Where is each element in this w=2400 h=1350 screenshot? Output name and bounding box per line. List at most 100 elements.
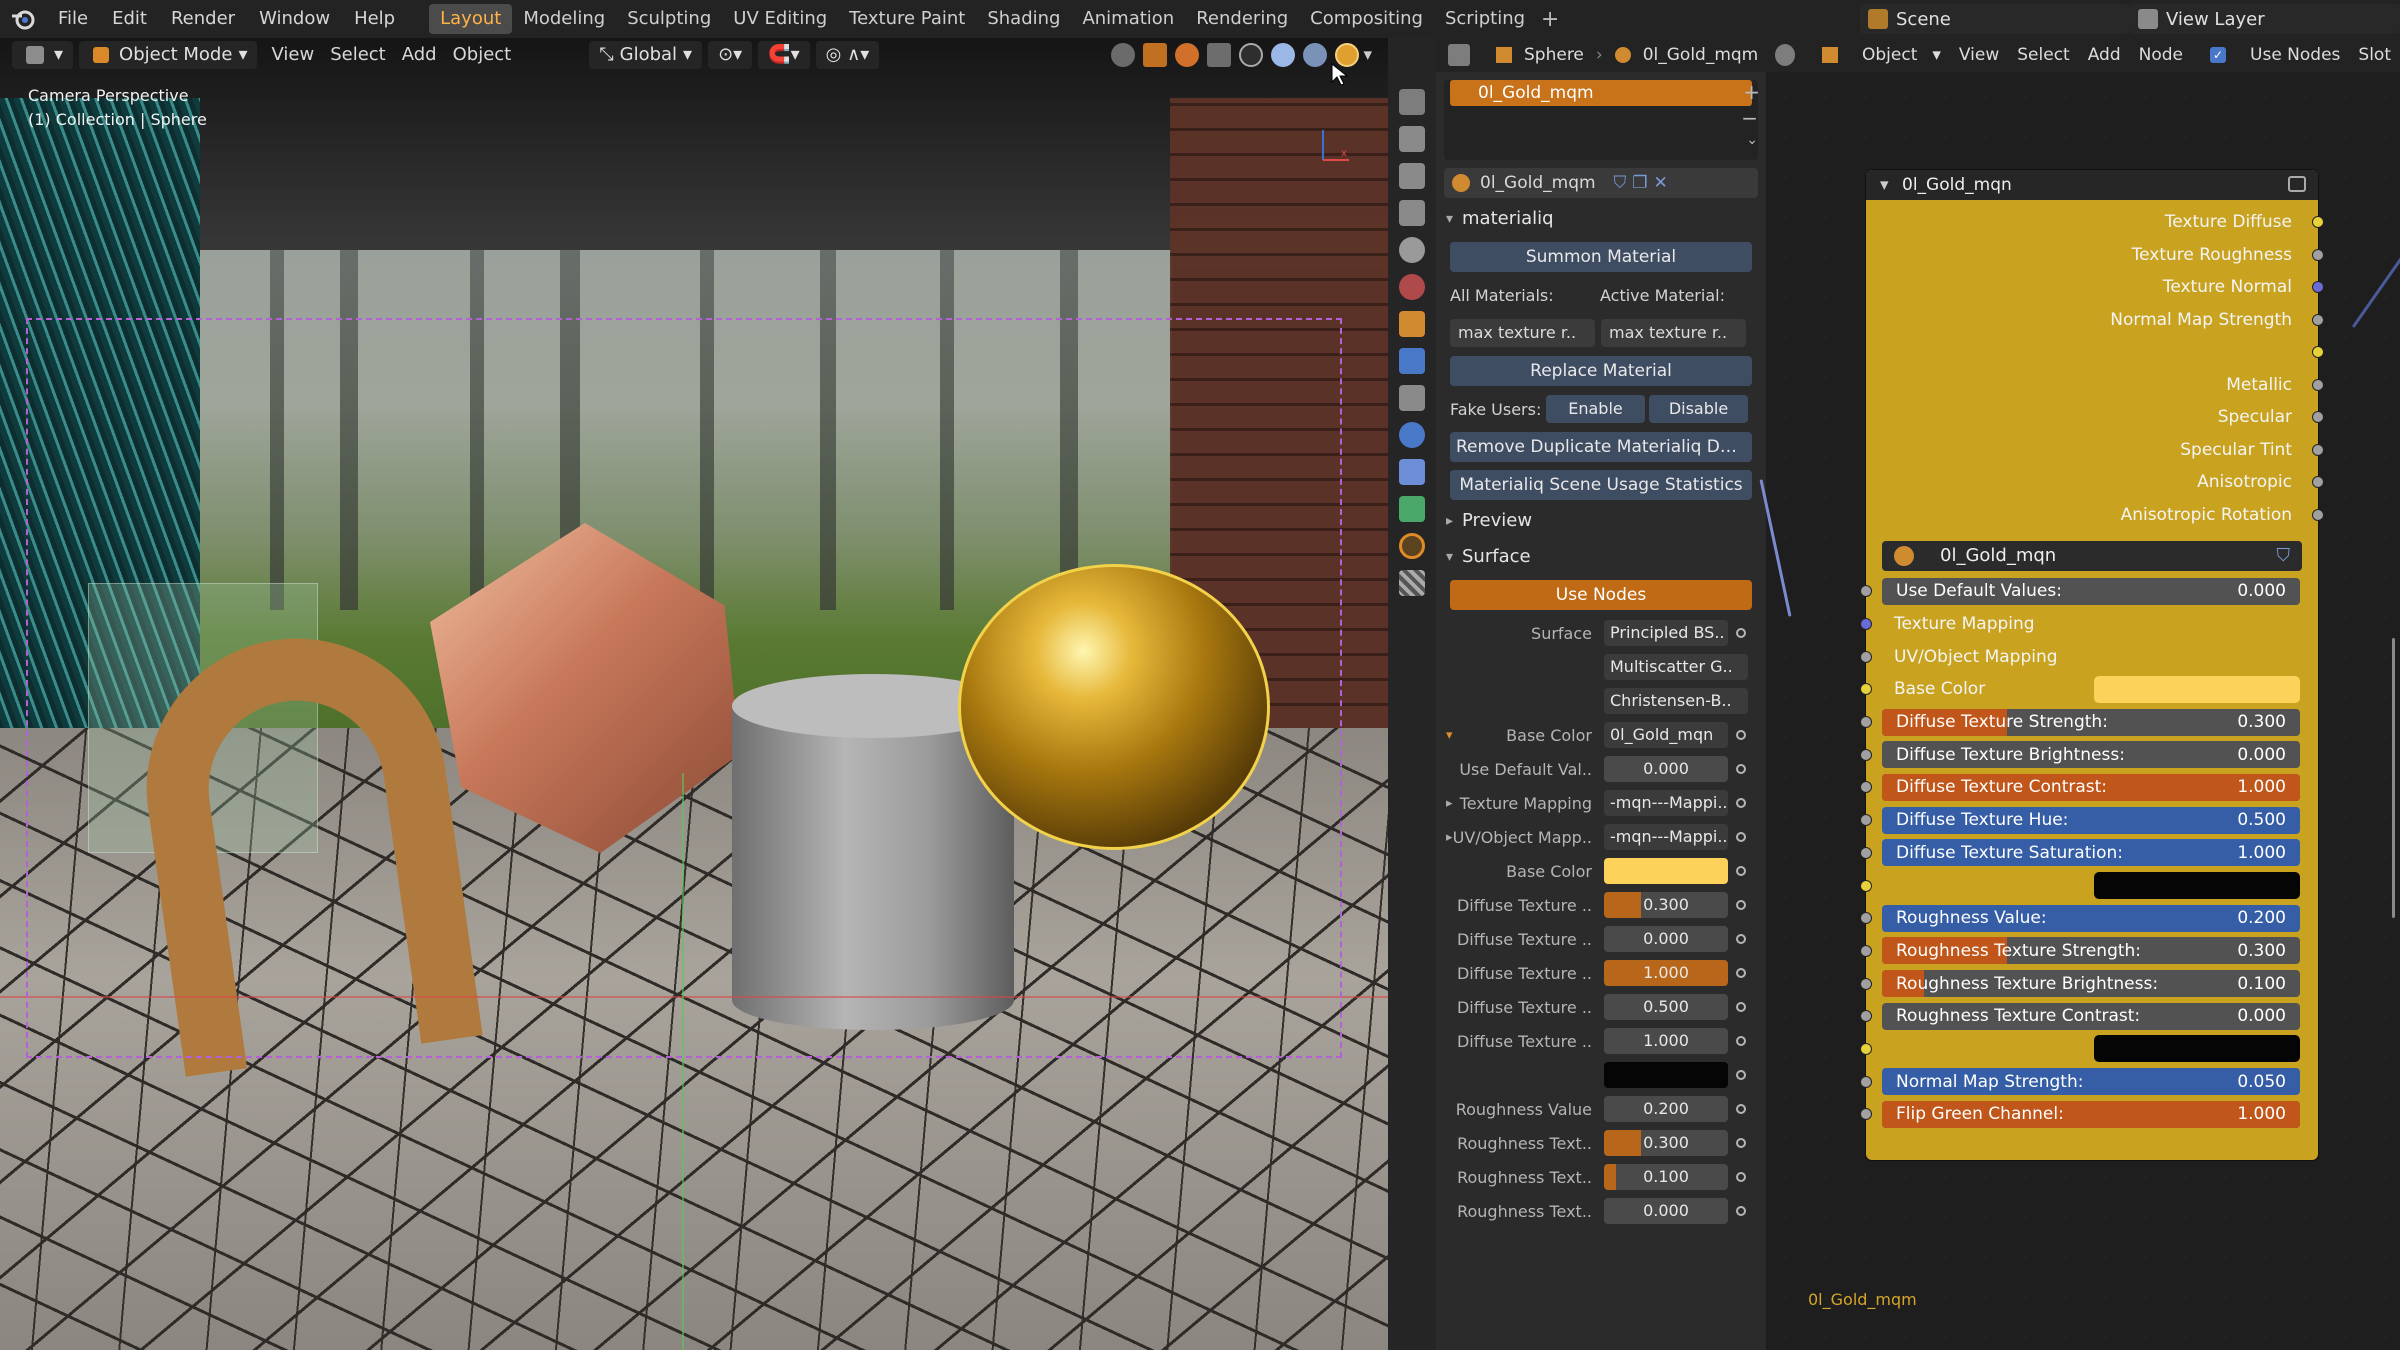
- overlay-toggle-icon[interactable]: [1175, 43, 1200, 67]
- axis-gizmo-icon[interactable]: x: [1315, 108, 1355, 168]
- surface-field-value[interactable]: [1604, 858, 1728, 884]
- socket-link-icon[interactable]: [1736, 798, 1746, 808]
- object-tab-icon[interactable]: [1399, 311, 1425, 337]
- tab-rendering[interactable]: Rendering: [1185, 4, 1299, 34]
- texture-tab-icon[interactable]: [1399, 570, 1425, 596]
- surface-field-value[interactable]: 0.000: [1604, 756, 1728, 782]
- object-breadcrumb[interactable]: Sphere: [1524, 45, 1584, 65]
- unlink-material-icon[interactable]: ✕: [1654, 173, 1668, 193]
- node-value-field[interactable]: Flip Green Channel: 1.000: [1882, 1100, 2300, 1128]
- socket-dot-icon[interactable]: [1860, 1042, 1872, 1055]
- socket-dot-icon[interactable]: [1860, 683, 1872, 696]
- socket-dot-icon[interactable]: [1860, 748, 1872, 761]
- add-workspace-button[interactable]: +: [1536, 7, 1564, 32]
- node-value-field[interactable]: Roughness Value: 0.200: [1882, 904, 2300, 932]
- fake-user-icon[interactable]: ⛉: [2277, 541, 2291, 571]
- menu-file[interactable]: File: [46, 0, 100, 38]
- socket-dot-icon[interactable]: [2312, 508, 2324, 521]
- menu-render[interactable]: Render: [159, 0, 247, 38]
- node-value-field[interactable]: Roughness Texture Brightness: 0.100: [1882, 970, 2300, 998]
- socket-dot-icon[interactable]: [2312, 443, 2324, 456]
- socket-dot-icon[interactable]: [2312, 411, 2324, 424]
- socket-dot-icon[interactable]: [2312, 313, 2324, 326]
- disable-fake-users-button[interactable]: Disable: [1649, 395, 1748, 423]
- fake-user-icon[interactable]: ⛉: [1614, 173, 1627, 193]
- socket-dot-icon[interactable]: [1860, 846, 1872, 859]
- wireframe-shading-icon[interactable]: [1239, 43, 1264, 67]
- node-output-socket[interactable]: Normal Map Strength: [1866, 304, 2324, 337]
- tab-animation[interactable]: Animation: [1071, 4, 1185, 34]
- socket-dot-icon[interactable]: [2312, 476, 2324, 489]
- data-tab-icon[interactable]: [1399, 496, 1425, 522]
- modifier-tab-icon[interactable]: [1399, 348, 1425, 374]
- tab-shading[interactable]: Shading: [976, 4, 1071, 34]
- surface-shader-selector[interactable]: Principled BS..: [1604, 620, 1728, 646]
- tab-scripting[interactable]: Scripting: [1434, 4, 1536, 34]
- surface-field-value[interactable]: 0.000: [1604, 926, 1728, 952]
- surface-field-value[interactable]: 0.300: [1604, 892, 1728, 918]
- surface-field-value[interactable]: -mqn---Mappi..: [1604, 824, 1728, 850]
- xray-toggle-icon[interactable]: [1207, 43, 1232, 67]
- expand-closed-icon[interactable]: ▸: [1446, 830, 1453, 845]
- node-menu-node[interactable]: Node: [2139, 45, 2183, 65]
- material-shading-icon[interactable]: [1303, 43, 1328, 67]
- surface-section-header[interactable]: Surface: [1436, 542, 1766, 572]
- surface-field-value[interactable]: 0.500: [1604, 994, 1728, 1020]
- socket-dot-icon[interactable]: [1860, 944, 1872, 957]
- shading-options-chevron-icon[interactable]: ▾: [1363, 45, 1372, 65]
- scene-tab-icon[interactable]: [1399, 237, 1425, 263]
- materialiq-section-header[interactable]: materialiq: [1436, 204, 1766, 234]
- node-value-field[interactable]: Diffuse Texture Brightness: 0.000: [1882, 741, 2300, 769]
- material-breadcrumb[interactable]: 0l_Gold_mqm: [1643, 45, 1759, 65]
- socket-link-icon[interactable]: [1736, 1172, 1746, 1182]
- menu-help[interactable]: Help: [342, 0, 407, 38]
- socket-dot-icon[interactable]: [1860, 879, 1872, 892]
- viewport-menu-object[interactable]: Object: [445, 41, 520, 69]
- socket-dot-icon[interactable]: [1860, 781, 1872, 794]
- node-value-field[interactable]: Roughness Texture Strength: 0.300: [1882, 937, 2300, 965]
- node-value-field[interactable]: Use Default Values: 0.000: [1882, 577, 2300, 605]
- socket-link-icon[interactable]: [1736, 628, 1746, 638]
- socket-dot-icon[interactable]: [1860, 618, 1872, 631]
- socket-dot-icon[interactable]: [1860, 650, 1872, 663]
- node-value-field[interactable]: Roughness Texture Contrast: 0.000: [1882, 1002, 2300, 1030]
- material-browse-icon[interactable]: [1452, 174, 1470, 192]
- blender-logo-icon[interactable]: [10, 6, 36, 32]
- node-output-socket[interactable]: Specular Tint: [1866, 434, 2324, 467]
- visibility-icon[interactable]: [1111, 43, 1136, 67]
- subsurface-method-dropdown[interactable]: Multiscatter G..: [1604, 654, 1748, 680]
- socket-dot-icon[interactable]: [1860, 912, 1872, 925]
- socket-link-icon[interactable]: [1736, 1138, 1746, 1148]
- duplicate-material-icon[interactable]: ❐: [1632, 173, 1647, 193]
- add-slot-icon[interactable]: +: [1743, 80, 1760, 104]
- socket-link-icon[interactable]: [1736, 730, 1746, 740]
- remove-slot-icon[interactable]: −: [1741, 106, 1758, 130]
- node-value-field[interactable]: Diffuse Texture Saturation: 1.000: [1882, 839, 2300, 867]
- socket-link-icon[interactable]: [1736, 1206, 1746, 1216]
- socket-dot-icon[interactable]: [1860, 585, 1872, 598]
- node-output-socket[interactable]: Anisotropic Rotation: [1866, 499, 2324, 532]
- base-color-swatch[interactable]: [2094, 675, 2300, 703]
- surface-field-value[interactable]: [1604, 1062, 1728, 1088]
- proportional-edit-button[interactable]: ◎ ∧▾: [815, 41, 880, 69]
- world-tab-icon[interactable]: [1399, 274, 1425, 300]
- socket-link-icon[interactable]: [1736, 934, 1746, 944]
- constraints-tab-icon[interactable]: [1399, 459, 1425, 485]
- editor-type-button[interactable]: ▾: [12, 41, 74, 69]
- node-value-field[interactable]: Normal Map Strength: 0.050: [1882, 1068, 2300, 1096]
- socket-dot-icon[interactable]: [1860, 1010, 1872, 1023]
- socket-dot-icon[interactable]: [2312, 346, 2324, 359]
- socket-dot-icon[interactable]: [2312, 281, 2324, 294]
- surface-field-value[interactable]: 0.000: [1604, 1198, 1728, 1224]
- socket-dot-icon[interactable]: [1860, 977, 1872, 990]
- use-nodes-checkbox[interactable]: ✓ Use Nodes: [2201, 45, 2349, 65]
- node-mode-dropdown[interactable]: Object ▾: [1813, 45, 1941, 65]
- tab-sculpting[interactable]: Sculpting: [616, 4, 722, 34]
- socket-link-icon[interactable]: [1736, 1036, 1746, 1046]
- socket-dot-icon[interactable]: [1860, 1075, 1872, 1088]
- shader-node-editor[interactable]: Object ▾ View Select Add Node ✓ Use Nodes Sl…: [1759, 38, 2400, 1350]
- node-group-icon[interactable]: [2288, 176, 2306, 192]
- 3d-viewport[interactable]: x ▾ Object Mode ▾ View Select Add Object ⤡ G…: [0, 38, 1388, 1350]
- viewport-menu-select[interactable]: Select: [322, 41, 394, 69]
- socket-link-icon[interactable]: [1736, 1070, 1746, 1080]
